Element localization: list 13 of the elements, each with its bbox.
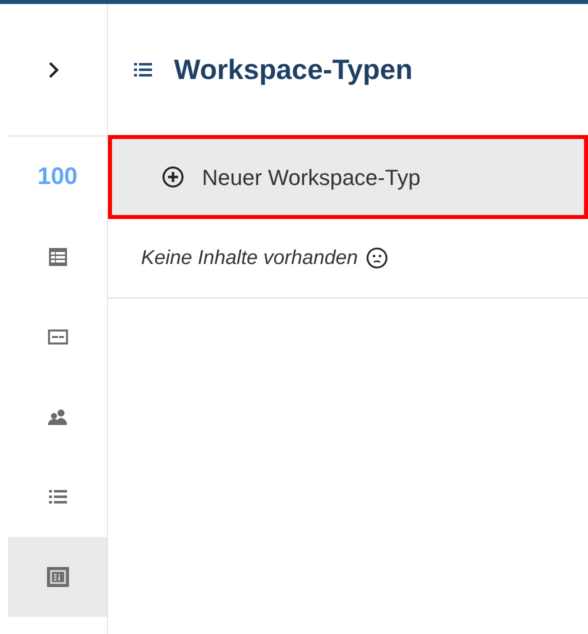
table-icon: [48, 247, 68, 267]
list-icon: [48, 490, 66, 504]
page-title: Workspace-Typen: [174, 52, 413, 87]
info-panel-icon: [46, 567, 68, 587]
plus-circle-icon: [162, 166, 184, 188]
card-icon: [48, 329, 68, 345]
users-icon: [46, 408, 68, 426]
empty-message: Keine Inhalte vorhanden: [141, 246, 358, 271]
confused-face-icon: [366, 247, 388, 269]
sidebar-item[interactable]: [8, 537, 107, 617]
chevron-right-icon: [48, 60, 60, 78]
new-workspace-type-button[interactable]: Neuer Workspace-Typ: [108, 135, 588, 219]
list-icon: [134, 62, 152, 76]
